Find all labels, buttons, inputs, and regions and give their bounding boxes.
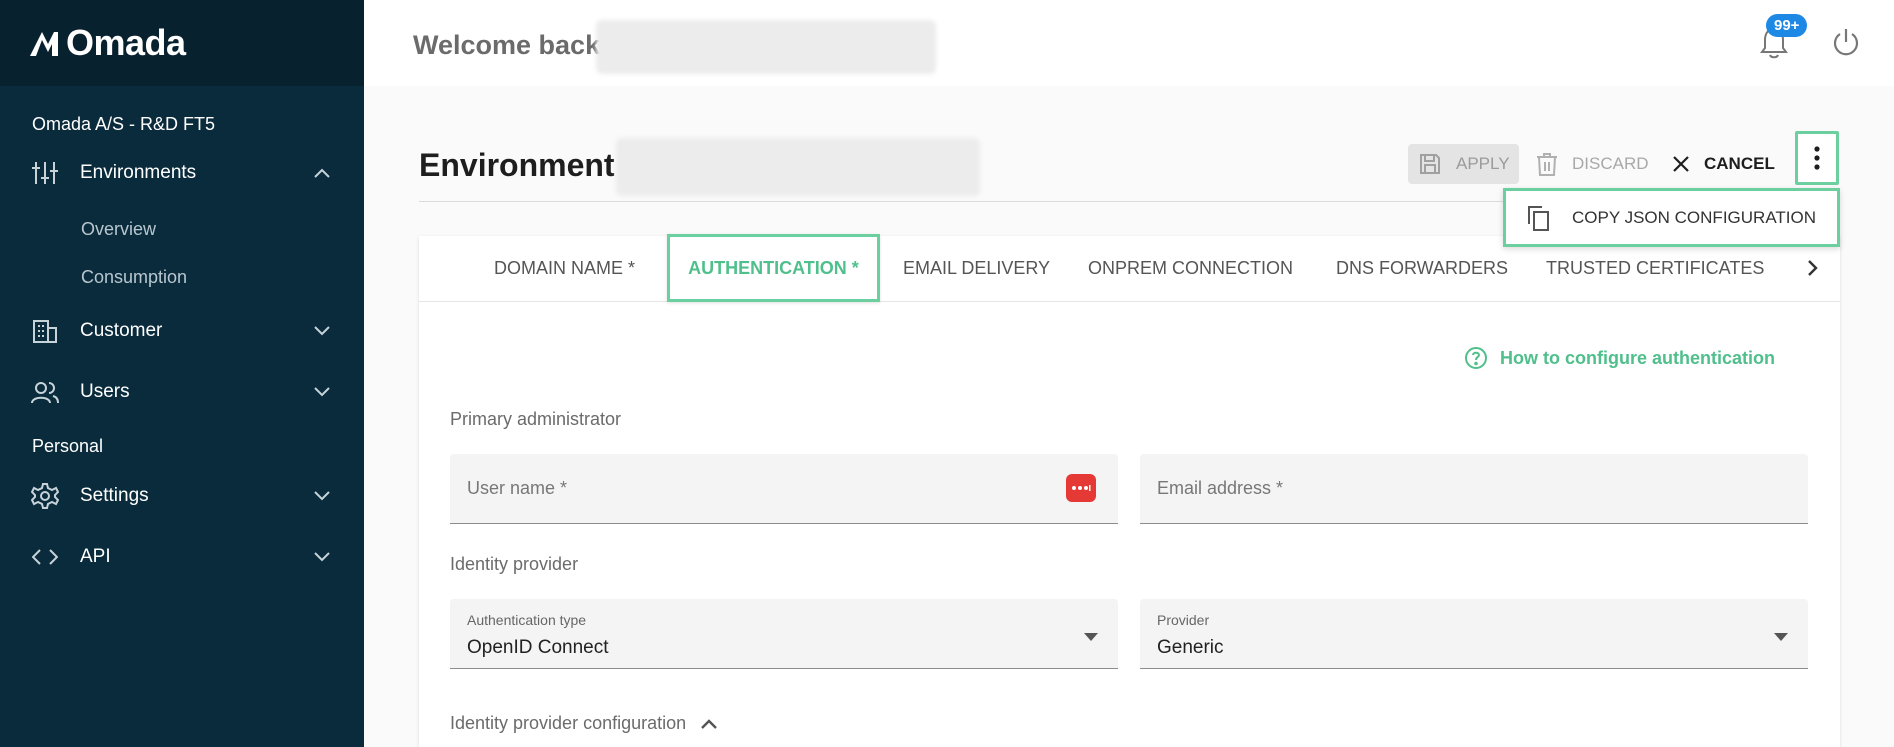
- help-link[interactable]: How to configure authentication: [1464, 346, 1775, 370]
- caret-down-icon: [1774, 633, 1788, 641]
- sidebar-item-api[interactable]: API: [0, 533, 364, 581]
- tab-onprem-connection[interactable]: ONPREM CONNECTION: [1088, 258, 1293, 279]
- chevron-up-icon: [701, 718, 717, 729]
- tab-email-delivery[interactable]: EMAIL DELIVERY: [903, 258, 1050, 279]
- save-icon: [1420, 154, 1440, 174]
- tab-authentication[interactable]: AUTHENTICATION *: [667, 234, 880, 302]
- chevron-down-icon: [312, 321, 332, 341]
- more-vertical-icon: [1814, 146, 1820, 170]
- redacted-username: [596, 20, 936, 74]
- primary-admin-title: Primary administrator: [450, 409, 622, 429]
- chevron-down-icon: [312, 382, 332, 402]
- tab-dns-forwarders[interactable]: DNS FORWARDERS: [1336, 258, 1508, 279]
- cancel-label: CANCEL: [1704, 154, 1775, 173]
- sidebar-item-label: API: [80, 546, 111, 567]
- email-placeholder: Email address *: [1157, 478, 1284, 498]
- username-placeholder: User name *: [467, 478, 568, 498]
- section-personal: Personal: [32, 436, 104, 456]
- trash-icon: [1537, 153, 1557, 176]
- copy-icon: [1528, 205, 1549, 231]
- sidebar-item-label: Environments: [80, 162, 197, 183]
- close-icon: [1673, 156, 1689, 172]
- apply-button[interactable]: APPLY: [1408, 144, 1519, 184]
- password-manager-icon[interactable]: [1066, 474, 1096, 502]
- sidebar-subitem-consumption[interactable]: Consumption: [81, 267, 187, 288]
- copy-json-menu-item[interactable]: COPY JSON CONFIGURATION: [1503, 188, 1840, 247]
- top-header: Welcome back 99+: [364, 0, 1894, 86]
- sidebar: Omada Omada A/S - R&D FT5 Environments O…: [0, 0, 364, 747]
- tab-trusted-certificates[interactable]: TRUSTED CERTIFICATES: [1546, 258, 1764, 279]
- omada-logo-icon: [30, 32, 58, 56]
- users-icon: [30, 377, 60, 407]
- copy-json-label: COPY JSON CONFIGURATION: [1572, 207, 1817, 227]
- idp-config-label: Identity provider configuration: [450, 713, 687, 733]
- sidebar-subitem-overview[interactable]: Overview: [81, 219, 156, 240]
- provider-select[interactable]: Provider Generic: [1140, 599, 1808, 669]
- authentication-type-select[interactable]: Authentication type OpenID Connect: [450, 599, 1118, 669]
- sidebar-item-users[interactable]: Users: [0, 368, 364, 416]
- sidebar-item-label: Settings: [80, 485, 149, 506]
- gear-icon: [30, 481, 60, 511]
- org-label: Omada A/S - R&D FT5: [32, 114, 216, 134]
- redacted-environment-name: [616, 138, 980, 196]
- logo-text: Omada: [66, 22, 186, 63]
- sidebar-item-environments[interactable]: Environments: [0, 149, 364, 197]
- code-icon: [30, 542, 60, 572]
- chevron-down-icon: [312, 486, 332, 506]
- chevron-right-icon[interactable]: [1800, 256, 1824, 280]
- power-icon[interactable]: [1830, 27, 1862, 59]
- sidebar-item-label: Users: [80, 381, 130, 402]
- cancel-button[interactable]: CANCEL: [1672, 144, 1775, 184]
- building-icon: [30, 316, 60, 346]
- tab-domain-name[interactable]: DOMAIN NAME *: [494, 258, 635, 279]
- chevron-up-icon: [312, 163, 332, 183]
- logo-bar: Omada: [0, 0, 364, 86]
- chevron-down-icon: [312, 547, 332, 567]
- notification-badge: 99+: [1766, 14, 1808, 37]
- sidebar-item-settings[interactable]: Settings: [0, 472, 364, 520]
- discard-label: DISCARD: [1572, 154, 1649, 173]
- welcome-text: Welcome back: [413, 30, 601, 60]
- provider-label: Provider: [1157, 612, 1210, 628]
- caret-down-icon: [1084, 633, 1098, 641]
- sidebar-item-customer[interactable]: Customer: [0, 307, 364, 355]
- help-circle-icon: [1465, 347, 1487, 369]
- page-title: Environment: [419, 147, 615, 183]
- help-link-label: How to configure authentication: [1500, 347, 1775, 368]
- auth-type-label: Authentication type: [467, 612, 587, 628]
- omada-logo[interactable]: Omada: [28, 22, 186, 64]
- apply-label: APPLY: [1456, 154, 1510, 173]
- auth-type-value: OpenID Connect: [467, 637, 609, 658]
- sliders-icon: [30, 158, 60, 188]
- email-field[interactable]: Email address *: [1140, 454, 1808, 524]
- idp-config-toggle[interactable]: Identity provider configuration: [450, 713, 718, 734]
- username-field[interactable]: User name *: [450, 454, 1118, 524]
- identity-provider-title: Identity provider: [450, 554, 579, 574]
- sidebar-item-label: Customer: [80, 320, 163, 341]
- more-options-button[interactable]: [1795, 131, 1839, 185]
- discard-button[interactable]: DISCARD: [1536, 144, 1649, 184]
- provider-value: Generic: [1157, 637, 1224, 658]
